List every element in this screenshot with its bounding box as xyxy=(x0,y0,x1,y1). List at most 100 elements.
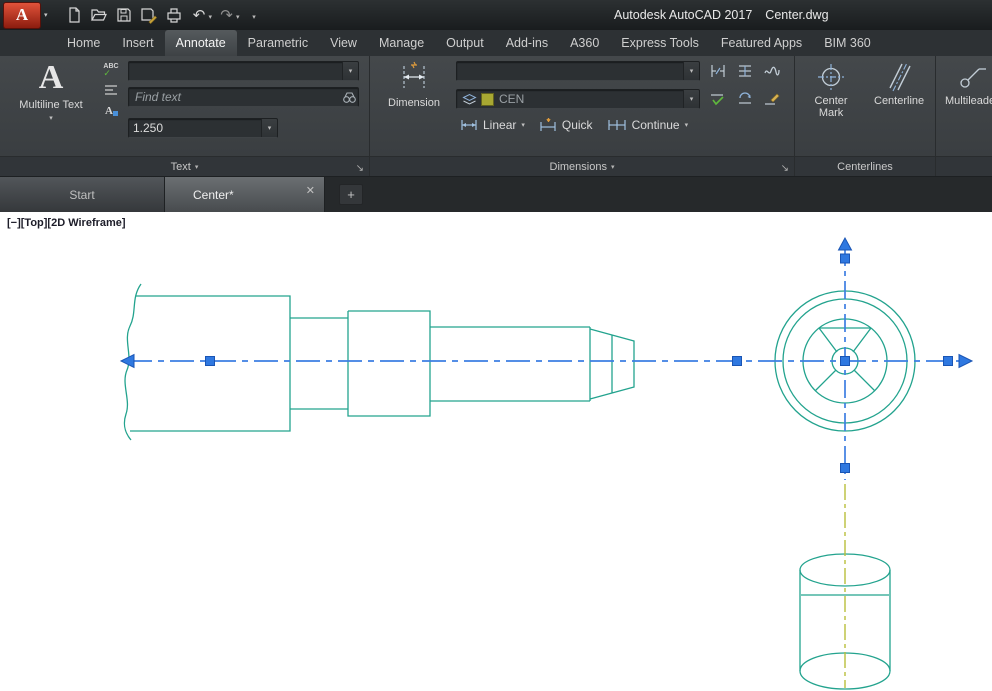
dim-jog-line-button[interactable] xyxy=(760,62,784,80)
drawing-area[interactable]: [−][Top][2D Wireframe] xyxy=(0,212,992,691)
shaft-body[interactable] xyxy=(430,327,590,401)
shaft-step-1[interactable] xyxy=(290,318,348,409)
open-file-button[interactable] xyxy=(87,3,112,27)
tab-express-tools[interactable]: Express Tools xyxy=(610,30,710,56)
grip-arrow-left[interactable] xyxy=(121,355,134,368)
titlebar: A ▾ xyxy=(0,0,992,30)
shaft-collar[interactable] xyxy=(348,311,430,416)
find-text-field[interactable] xyxy=(128,87,359,107)
dim-inspect-icon xyxy=(709,91,727,107)
save-as-button[interactable] xyxy=(137,3,162,27)
text-align-button[interactable] xyxy=(99,81,123,99)
dim-adjust-space-button[interactable] xyxy=(733,62,757,80)
save-icon xyxy=(115,6,133,24)
dim-edit-button[interactable] xyxy=(760,90,784,108)
dim-style-caret-icon: ▾ xyxy=(683,62,699,80)
dim-layer-value: CEN xyxy=(499,92,524,106)
customize-qat-button[interactable]: ▾ xyxy=(242,3,267,27)
dim-style-dropdown[interactable]: ▾ xyxy=(456,61,700,81)
dim-break-button[interactable] xyxy=(706,62,730,80)
multiline-text-button[interactable]: A Multiline Text ▾ xyxy=(6,59,96,156)
dim-layer-dropdown[interactable]: CEN ▾ xyxy=(456,89,700,109)
grip-square[interactable] xyxy=(206,357,215,366)
ribbon: A Multiline Text ▾ ABC ✓ xyxy=(0,56,992,176)
text-align-icon xyxy=(103,83,119,97)
quick-dimension-button[interactable]: Quick xyxy=(539,118,593,132)
tab-view[interactable]: View xyxy=(319,30,368,56)
tab-output[interactable]: Output xyxy=(435,30,495,56)
tab-parametric[interactable]: Parametric xyxy=(237,30,319,56)
text-height-dropdown[interactable]: 1.250 ▾ xyxy=(128,118,278,138)
quick-dimension-icon xyxy=(539,118,557,132)
application-menu-button[interactable]: A xyxy=(3,2,41,29)
center-mark-icon xyxy=(815,60,847,92)
grip-square-center[interactable] xyxy=(841,357,850,366)
grip-square[interactable] xyxy=(841,464,850,473)
text-style-button[interactable]: A xyxy=(99,101,123,119)
tab-bim360[interactable]: BIM 360 xyxy=(813,30,882,56)
tab-featured-apps[interactable]: Featured Apps xyxy=(710,30,813,56)
viewport-view-control[interactable]: [Top] xyxy=(21,217,48,229)
autocad-window: A ▾ xyxy=(0,0,992,691)
find-text-input[interactable] xyxy=(133,89,340,105)
shaft-tip[interactable] xyxy=(590,329,634,399)
ribbon-tab-bar: Home Insert Annotate Parametric View Man… xyxy=(0,30,992,56)
tab-manage[interactable]: Manage xyxy=(368,30,435,56)
tab-insert[interactable]: Insert xyxy=(111,30,164,56)
shaft-side-view[interactable] xyxy=(124,284,634,440)
plot-button[interactable] xyxy=(162,3,187,27)
save-button[interactable] xyxy=(112,3,137,27)
dimension-button[interactable]: Dimension xyxy=(376,59,452,156)
grip-square[interactable] xyxy=(944,357,953,366)
dim-update-icon xyxy=(736,91,754,107)
tab-annotate[interactable]: Annotate xyxy=(165,30,237,56)
panel-text-footer[interactable]: Text ▾ ↘ xyxy=(0,156,369,176)
application-menu-caret-icon[interactable]: ▾ xyxy=(44,11,48,19)
centerline-icon xyxy=(883,60,915,92)
center-mark-button[interactable]: Center Mark xyxy=(801,59,861,156)
new-drawing-tab-button[interactable]: + xyxy=(339,184,363,205)
drawing-svg[interactable] xyxy=(0,212,992,691)
file-tab-close-icon[interactable]: ✕ xyxy=(306,186,315,197)
panel-centerlines-footer[interactable]: Centerlines xyxy=(795,156,935,176)
file-tab-start[interactable]: Start xyxy=(0,177,165,212)
file-tab-center[interactable]: Center* ✕ xyxy=(165,177,325,212)
quick-access-toolbar: ↶ ▾ ↷ ▾ ▾ xyxy=(62,3,267,27)
dim-adjust-space-icon xyxy=(736,63,754,79)
dimensions-dialog-launcher[interactable]: ↘ xyxy=(781,164,789,174)
dim-inspect-button[interactable] xyxy=(706,90,730,108)
viewport-control-menu[interactable]: [−] xyxy=(7,217,21,229)
text-style-dropdown[interactable]: ▾ xyxy=(128,61,359,81)
dim-layer-caret-icon: ▾ xyxy=(683,90,699,108)
continue-dimension-button[interactable]: Continue ▾ xyxy=(607,118,689,132)
tab-home[interactable]: Home xyxy=(56,30,111,56)
grip-square[interactable] xyxy=(841,254,850,263)
grip-square[interactable] xyxy=(733,357,742,366)
undo-caret-icon[interactable]: ▾ xyxy=(209,13,213,21)
linear-dimension-button[interactable]: Linear ▾ xyxy=(460,118,525,132)
grip-arrow-right[interactable] xyxy=(959,355,972,368)
panel-dimensions-footer[interactable]: Dimensions ▾ ↘ xyxy=(370,156,794,176)
check-spelling-button[interactable]: ABC ✓ xyxy=(99,61,123,79)
grip-arrow-top[interactable] xyxy=(839,238,852,250)
document-name: Center.dwg xyxy=(765,8,828,22)
linear-label: Linear xyxy=(483,118,516,132)
centerline-entities[interactable] xyxy=(128,248,965,688)
multileader-button[interactable]: Multileader xyxy=(942,59,992,156)
panel-dimensions: Dimension ▾ xyxy=(370,56,795,176)
centerline-button[interactable]: Centerline xyxy=(867,59,931,156)
panel-leaders-footer[interactable] xyxy=(936,156,992,176)
tab-a360[interactable]: A360 xyxy=(559,30,610,56)
new-file-button[interactable] xyxy=(62,3,87,27)
dim-update-button[interactable] xyxy=(733,90,757,108)
text-dialog-launcher[interactable]: ↘ xyxy=(356,164,364,174)
multileader-icon xyxy=(956,60,988,92)
multileader-label: Multileader xyxy=(945,95,992,107)
viewport-visual-style-control[interactable]: [2D Wireframe] xyxy=(47,217,125,229)
linear-dimension-icon xyxy=(460,118,478,132)
tab-addins[interactable]: Add-ins xyxy=(495,30,559,56)
panel-centerlines-title: Centerlines xyxy=(837,161,893,173)
continue-label: Continue xyxy=(632,118,680,132)
redo-caret-icon[interactable]: ▾ xyxy=(236,13,240,21)
viewport-controls: [−][Top][2D Wireframe] xyxy=(7,217,126,229)
